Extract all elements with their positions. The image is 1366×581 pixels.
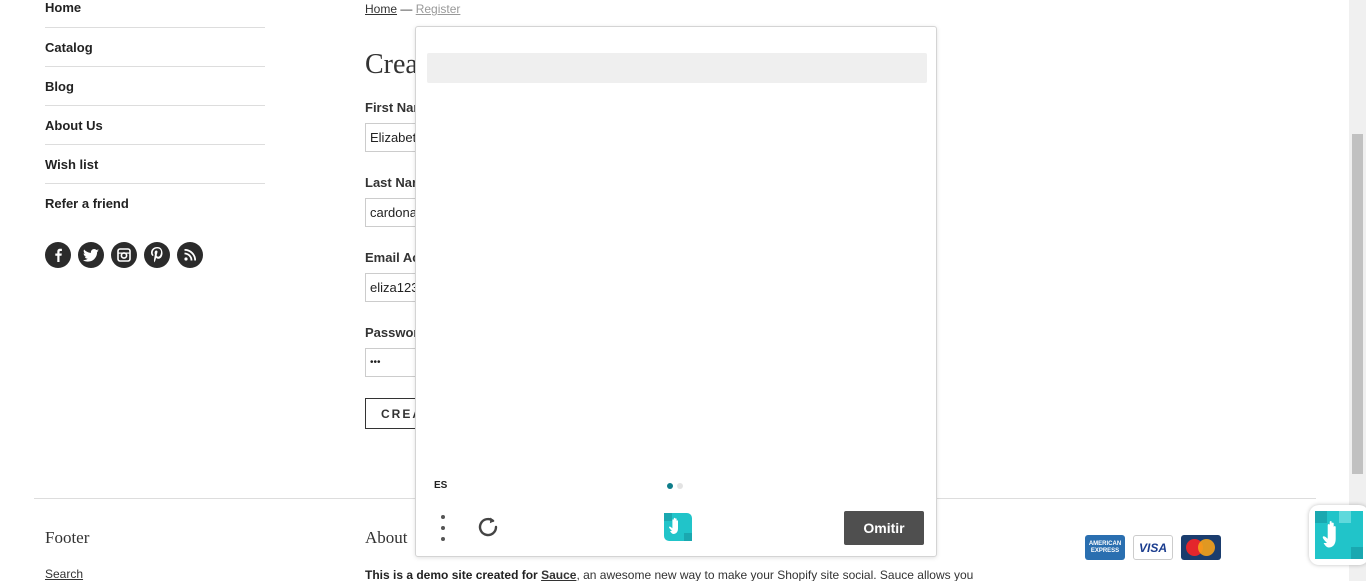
pinterest-icon[interactable] <box>144 242 170 268</box>
breadcrumb-current: Register <box>415 2 461 16</box>
pagination-dot[interactable] <box>677 483 683 489</box>
last-name-label: Last Nar <box>365 175 418 190</box>
password-label: Passwor <box>365 325 419 340</box>
footer-title: Footer <box>45 528 90 547</box>
more-options-icon[interactable] <box>437 515 449 541</box>
modal-loading-bar <box>427 53 927 83</box>
pagination-dots <box>667 483 683 489</box>
pagination-dot-active[interactable] <box>667 483 673 489</box>
hand-launcher-icon <box>1315 511 1363 559</box>
first-name-label: First Nar <box>365 100 419 115</box>
scrollbar[interactable] <box>1349 0 1366 581</box>
sidebar-item-home[interactable]: Home <box>45 0 265 28</box>
footer-about-text-rest: , an awesome new way to make your Shopif… <box>576 568 974 581</box>
sidebar-item-refer-a-friend[interactable]: Refer a friend <box>45 184 265 223</box>
footer-about-text-intro: This is a demo site created for <box>365 568 538 581</box>
twitter-icon[interactable] <box>78 242 104 268</box>
hand-logo-icon <box>664 513 692 541</box>
email-label: Email Ac <box>365 250 420 265</box>
facebook-icon[interactable] <box>45 242 71 268</box>
visa-icon: VISA <box>1133 535 1173 560</box>
sidebar-item-blog[interactable]: Blog <box>45 67 265 106</box>
breadcrumb-separator: — <box>400 2 413 16</box>
instagram-icon[interactable] <box>111 242 137 268</box>
widget-launcher-button[interactable] <box>1309 505 1366 565</box>
widget-modal: ES Omitir <box>415 26 937 557</box>
page-title: Crea <box>365 49 418 80</box>
social-links <box>45 242 203 268</box>
footer-search-link[interactable]: Search <box>45 567 83 581</box>
skip-button[interactable]: Omitir <box>844 511 924 545</box>
language-selector[interactable]: ES <box>434 480 447 491</box>
footer-about-title: About <box>365 528 408 547</box>
rss-icon[interactable] <box>177 242 203 268</box>
sidebar-item-about-us[interactable]: About Us <box>45 106 265 145</box>
footer-sauce-link[interactable]: Sauce <box>541 568 576 581</box>
scrollbar-thumb[interactable] <box>1352 134 1363 474</box>
payment-cards: AMERICAN EXPRESS VISA <box>1085 535 1221 560</box>
footer-about-text: This is a demo site created for Sauce, a… <box>365 568 973 581</box>
sidebar-item-catalog[interactable]: Catalog <box>45 28 265 67</box>
sidebar-nav: Home Catalog Blog About Us Wish list Ref… <box>45 0 265 223</box>
breadcrumb-home-link[interactable]: Home <box>365 2 397 16</box>
american-express-icon: AMERICAN EXPRESS <box>1085 535 1125 560</box>
sidebar-item-wish-list[interactable]: Wish list <box>45 145 265 184</box>
breadcrumb: Home — Register <box>365 2 460 16</box>
refresh-icon[interactable] <box>475 514 501 540</box>
mastercard-icon <box>1181 535 1221 560</box>
